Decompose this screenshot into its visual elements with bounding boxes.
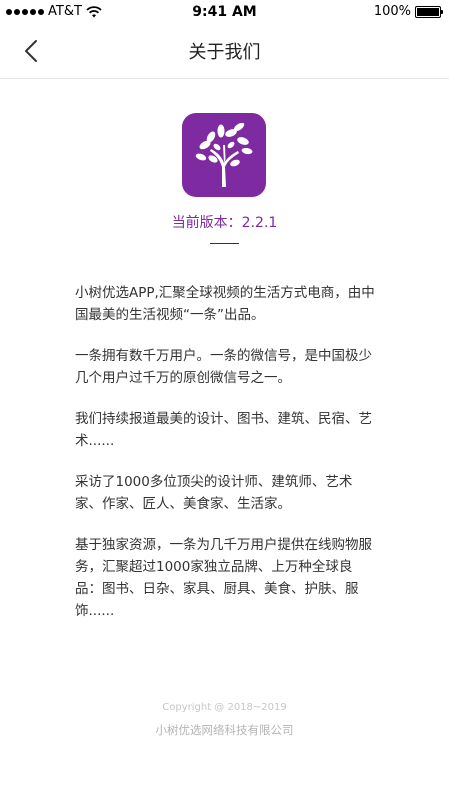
battery-percent: 100% — [373, 4, 411, 19]
paragraph: 我们持续报道最美的设计、图书、建筑、民宿、艺术...... — [75, 411, 372, 449]
divider — [210, 243, 239, 244]
paragraph: 采访了1000多位顶尖的设计师、建筑师、艺术家、作家、匠人、美食家、生活家。 — [75, 474, 353, 512]
page-title: 关于我们 — [188, 42, 261, 63]
battery-icon — [415, 5, 443, 18]
copyright-text: Copyright @ 2018~2019 — [162, 702, 287, 713]
about-screen: AT&T 9:41 AM 100% 关于我们 当前版本：2.2.1 小树优选AP… — [0, 0, 449, 800]
nav-bar: 关于我们 — [0, 24, 449, 79]
tree-icon — [195, 123, 253, 187]
paragraph: 一条拥有数千万用户。一条的微信号，是中国极少几个用户过千万的原创微信号之一。 — [75, 348, 372, 386]
paragraph: 基于独家资源，一条为几千万用户提供在线购物服务，汇聚超过1000家独立品牌、上万… — [75, 537, 372, 619]
app-logo — [182, 113, 266, 197]
about-description: 小树优选APP,汇聚全球视频的生活方式电商，由中国最美的生活视频“一条”出品。 … — [75, 282, 375, 641]
company-name: 小树优选网络科技有限公司 — [155, 723, 294, 737]
status-right: 100% — [373, 4, 443, 19]
paragraph: 小树优选APP,汇聚全球视频的生活方式电商，由中国最美的生活视频“一条”出品。 — [75, 285, 375, 323]
status-bar: AT&T 9:41 AM 100% — [0, 0, 449, 24]
version-label: 当前版本：2.2.1 — [171, 215, 278, 231]
